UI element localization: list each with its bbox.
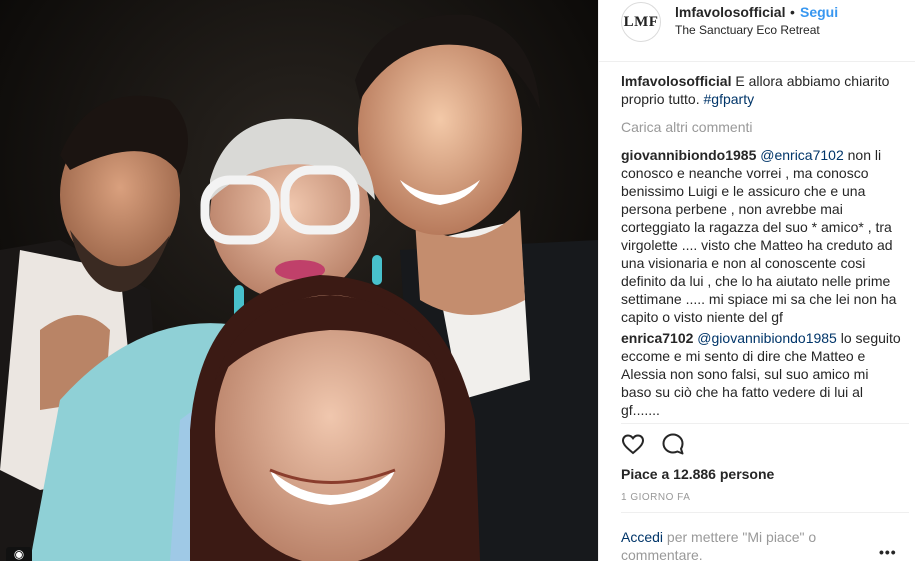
- avatar[interactable]: LMF: [621, 2, 661, 42]
- follow-button[interactable]: Segui: [800, 4, 838, 20]
- likes-count[interactable]: Piace a 12.886 persone: [621, 466, 774, 482]
- load-more-comments-button[interactable]: Carica altri commenti: [621, 118, 901, 136]
- post-header: LMF lmfavolosofficial • Segui The Sanctu…: [599, 0, 915, 62]
- camera-icon: ◉: [6, 547, 32, 561]
- post-photo[interactable]: ◉: [0, 0, 598, 561]
- header-separator: •: [790, 4, 795, 20]
- comment-bubble-icon[interactable]: [661, 432, 685, 456]
- comment-text: non li conosco e neanche vorrei , ma con…: [621, 147, 897, 325]
- avatar-text: LMF: [623, 13, 659, 30]
- divider: [621, 423, 909, 424]
- more-options-icon[interactable]: •••: [879, 544, 897, 560]
- header-username[interactable]: lmfavolosofficial: [675, 4, 785, 20]
- comment-mention[interactable]: @giovannibiondo1985: [697, 330, 837, 346]
- comment-username[interactable]: enrica7102: [621, 330, 693, 346]
- post-timestamp: 1 GIORNO FA: [621, 492, 691, 503]
- comments-list: lmfavolosofficial E allora abbiamo chiar…: [621, 72, 901, 419]
- post-sidebar: LMF lmfavolosofficial • Segui The Sanctu…: [598, 0, 915, 564]
- selfie-image: [0, 0, 598, 561]
- login-link[interactable]: Accedi: [621, 529, 663, 545]
- comment-username[interactable]: giovannibiondo1985: [621, 147, 756, 163]
- comment-item: enrica7102 @giovannibiondo1985 lo seguit…: [621, 329, 901, 419]
- divider: [621, 512, 909, 513]
- caption-hashtag[interactable]: #gfparty: [704, 91, 755, 107]
- heart-icon[interactable]: [621, 432, 645, 456]
- comment-item: giovannibiondo1985 @enrica7102 non li co…: [621, 146, 901, 326]
- caption-username[interactable]: lmfavolosofficial: [621, 73, 731, 89]
- login-prompt: Accedi per mettere "Mi piace" o commenta…: [621, 528, 851, 564]
- caption: lmfavolosofficial E allora abbiamo chiar…: [621, 72, 901, 108]
- comment-mention[interactable]: @enrica7102: [760, 147, 844, 163]
- location-link[interactable]: The Sanctuary Eco Retreat: [675, 23, 820, 37]
